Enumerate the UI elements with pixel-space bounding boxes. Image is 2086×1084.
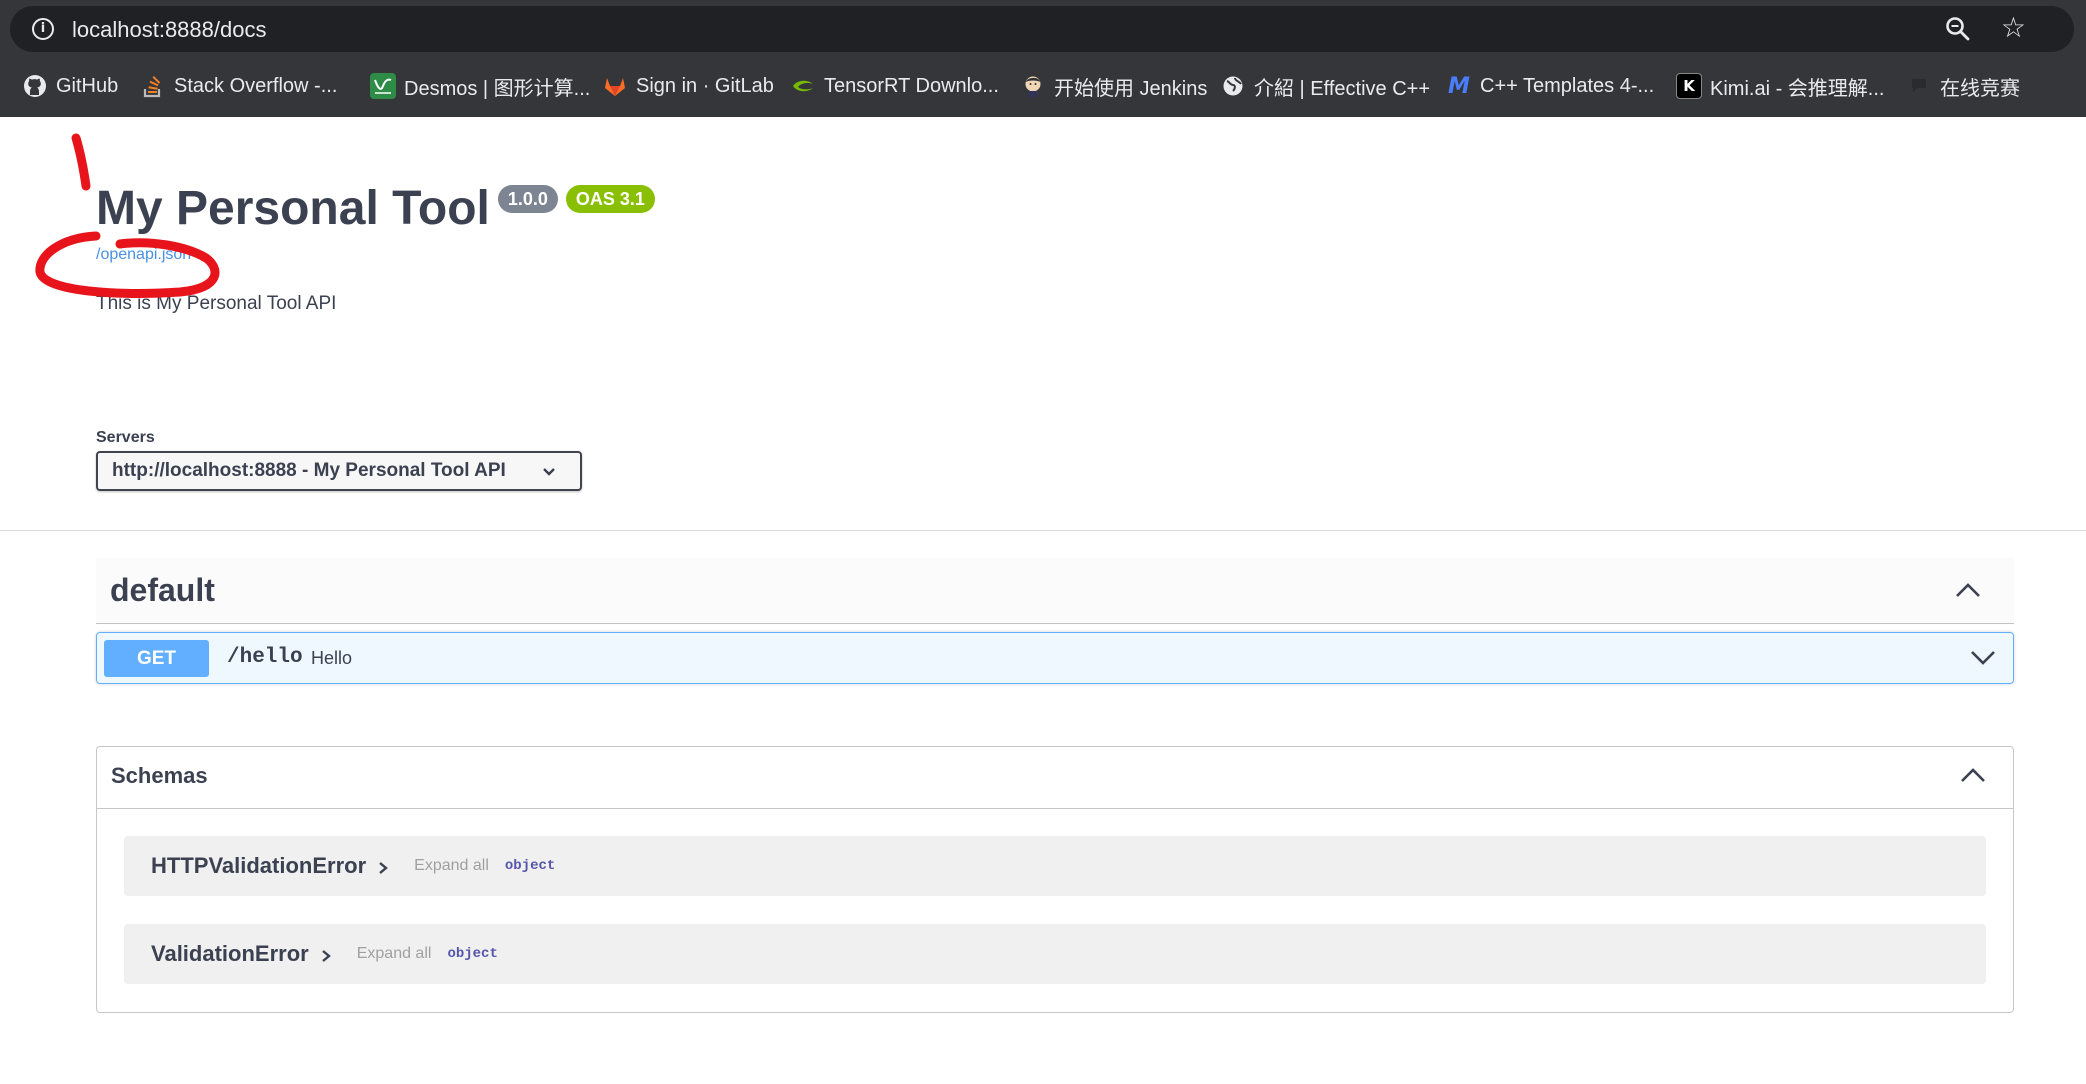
schema-model[interactable]: ValidationError Expand all object [124,924,1986,984]
gitlab-icon [602,73,628,99]
site-info-icon[interactable]: i [32,18,54,40]
bookmark-kimi[interactable]: K Kimi.ai - 会推理解... [1676,72,1884,100]
m-icon: M [1448,73,1470,99]
schema-type-label: object [504,858,556,874]
kimi-icon: K [1676,73,1702,99]
schemas-title: Schemas [111,763,208,788]
swagger-page: My Personal Tool 1.0.0 OAS 3.1 /openapi.… [0,117,2086,1084]
bookmark-contest[interactable]: 在线竞赛 [1906,72,2020,100]
expand-all-button[interactable]: Expand all [357,945,432,963]
servers-select[interactable]: http://localhost:8888 - My Personal Tool… [96,451,582,491]
schema-model-name[interactable]: HTTPValidationError [151,853,366,879]
bookmarks-bar: GitHub Stack Overflow -... Desmos | 图形计算… [0,62,2086,110]
bookmark-gitlab[interactable]: Sign in · GitLab [602,72,774,100]
operation-summary: Hello [311,648,353,668]
bookmark-effective-cpp[interactable]: 介紹 | Effective C++ [1220,72,1430,100]
section-divider [0,530,2086,531]
bookmark-tensorrt[interactable]: TensorRT Downlo... [790,72,999,100]
chevron-down-icon [543,468,555,476]
bookmark-github[interactable]: GitHub [22,72,118,100]
bookmark-cpp-templates[interactable]: M C++ Templates 4-... [1446,72,1654,100]
schema-model-name[interactable]: ValidationError [151,941,309,967]
openapi-json-link[interactable]: /openapi.json [96,246,191,264]
servers-selected-value: http://localhost:8888 - My Personal Tool… [112,460,506,481]
stackoverflow-icon [140,73,166,99]
operation-path: /hello [227,646,303,669]
api-description: This is My Personal Tool API [96,293,337,314]
schema-model[interactable]: HTTPValidationError Expand all object [124,836,1986,896]
nvidia-icon [790,73,816,99]
globe-icon [1220,73,1246,99]
address-bar[interactable]: i localhost:8888/docs ☆ [10,6,2074,52]
http-method-badge: GET [104,640,209,677]
address-url[interactable]: localhost:8888/docs [72,17,266,43]
tag-name: default [110,572,215,608]
oas-badge: OAS 3.1 [565,185,655,213]
bookmark-stackoverflow[interactable]: Stack Overflow -... [140,72,337,100]
chevron-right-icon[interactable] [319,948,333,964]
bookmark-jenkins[interactable]: 开始使用 Jenkins [1020,72,1207,100]
jenkins-icon [1020,73,1046,99]
zoom-icon[interactable] [1944,15,1972,43]
version-badge: 1.0.0 [497,185,558,213]
servers-label: Servers [96,429,155,446]
browser-chrome: i localhost:8888/docs ☆ GitHub Stack Ove… [0,0,2086,117]
github-icon [22,73,48,99]
api-title: My Personal Tool [96,182,490,235]
bookmark-star-icon[interactable]: ☆ [2001,14,2026,42]
chevron-down-icon[interactable] [1969,645,1997,669]
bookmark-desmos[interactable]: Desmos | 图形计算... [370,72,590,100]
chevron-up-icon[interactable] [1959,765,1987,787]
chevron-right-icon[interactable] [376,860,390,876]
schema-type-label: object [447,946,498,962]
api-info-header: My Personal Tool 1.0.0 OAS 3.1 [96,181,655,237]
desmos-icon [370,73,396,99]
operation-get-hello[interactable]: GET /hello Hello [96,632,2014,684]
chevron-up-icon[interactable] [1954,580,1982,602]
contest-icon [1906,73,1932,99]
expand-all-button[interactable]: Expand all [414,857,489,875]
schemas-header[interactable]: Schemas [97,747,2013,809]
tag-section-default[interactable]: default [96,558,2014,624]
schemas-section: Schemas HTTPValidationError Expand all o… [96,746,2014,1013]
